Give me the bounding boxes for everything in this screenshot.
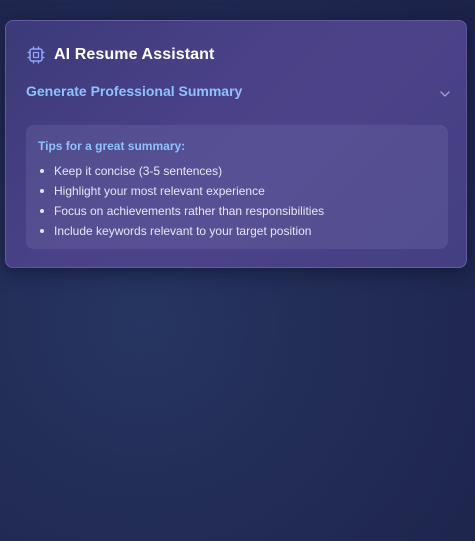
- tip-text: Keep it concise (3-5 sentences): [54, 164, 223, 178]
- generate-summary-toggle[interactable]: Generate Professional Summary: [26, 81, 450, 103]
- bullet-icon: [40, 209, 44, 213]
- chip-icon: [26, 45, 46, 65]
- tip-text: Highlight your most relevant experience: [54, 184, 265, 198]
- list-item: Include keywords relevant to your target…: [38, 221, 324, 241]
- bullet-icon: [40, 189, 44, 193]
- bullet-icon: [40, 229, 44, 233]
- tips-list: Keep it concise (3-5 sentences) Highligh…: [38, 161, 324, 241]
- card-title: AI Resume Assistant: [54, 46, 215, 63]
- list-item: Highlight your most relevant experience: [38, 181, 324, 201]
- chevron-down-icon[interactable]: [439, 87, 451, 99]
- tips-panel: Tips for a great summary: Keep it concis…: [26, 125, 448, 249]
- list-item: Keep it concise (3-5 sentences): [38, 161, 324, 181]
- tips-title: Tips for a great summary:: [38, 139, 186, 153]
- card-header: AI Resume Assistant: [26, 43, 214, 67]
- section-title: Generate Professional Summary: [26, 83, 243, 99]
- list-item: Focus on achievements rather than respon…: [38, 201, 324, 221]
- tip-text: Include keywords relevant to your target…: [54, 224, 312, 238]
- tip-text: Focus on achievements rather than respon…: [54, 204, 325, 218]
- ai-assistant-card: AI Resume Assistant Generate Professiona…: [5, 20, 467, 268]
- bullet-icon: [40, 169, 44, 173]
